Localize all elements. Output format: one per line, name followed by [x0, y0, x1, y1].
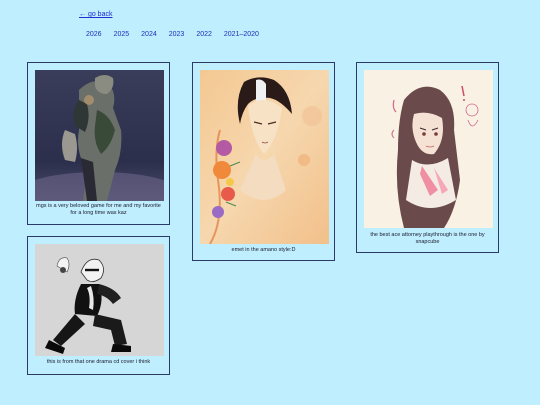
- card-caption: the best ace attorney playthrough is the…: [370, 232, 485, 245]
- gallery-card-ace-attorney[interactable]: the best ace attorney playthrough is the…: [356, 62, 499, 253]
- gallery-card-drama-cd[interactable]: this is from that one drama cd cover i t…: [27, 236, 170, 375]
- year-link-2022[interactable]: 2022: [196, 31, 212, 38]
- card-caption: emet in the amano style:D: [231, 247, 296, 253]
- card-caption: this is from that one drama cd cover i t…: [46, 359, 151, 365]
- year-link-2025[interactable]: 2025: [114, 31, 130, 38]
- year-link-2021-2020[interactable]: 2021–2020: [224, 31, 259, 38]
- year-link-2026[interactable]: 2026: [86, 31, 102, 38]
- year-nav: 2026 2025 2024 2023 2022 2021–2020: [86, 31, 271, 38]
- artwork-image-drama-cd[interactable]: [35, 244, 164, 356]
- artwork-image-ace-attorney[interactable]: [364, 70, 493, 228]
- card-caption: mgs is a very beloved game for me and my…: [36, 203, 161, 216]
- artwork-image-emet[interactable]: [200, 70, 329, 244]
- year-link-2023[interactable]: 2023: [169, 31, 185, 38]
- go-back-link[interactable]: ← go back: [79, 11, 112, 18]
- artwork-image-kaz[interactable]: [35, 70, 164, 201]
- year-link-2024[interactable]: 2024: [141, 31, 157, 38]
- gallery-card-kaz[interactable]: mgs is a very beloved game for me and my…: [27, 62, 170, 225]
- gallery-card-emet[interactable]: emet in the amano style:D: [192, 62, 335, 261]
